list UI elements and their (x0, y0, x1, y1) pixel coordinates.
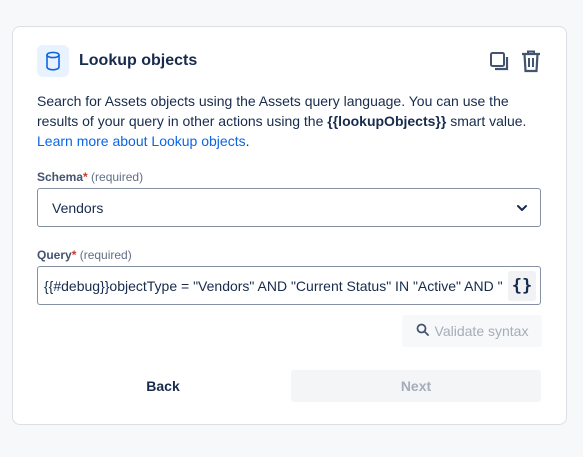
query-input[interactable] (38, 270, 508, 301)
validate-syntax-button[interactable]: Validate syntax (402, 315, 542, 347)
link-suffix: . (245, 133, 250, 149)
required-indicator: * (83, 170, 88, 184)
required-indicator: * (71, 248, 77, 262)
learn-more-link[interactable]: Learn more about Lookup objects (37, 133, 246, 149)
query-label: Query* (required) (37, 248, 132, 262)
smart-value-token: {{lookupObjects}} (327, 113, 447, 129)
database-icon (37, 45, 69, 77)
header-actions (487, 48, 543, 74)
required-text: (required) (79, 248, 132, 262)
back-button[interactable]: Back (91, 370, 235, 402)
schema-label-text: Schema (37, 170, 84, 184)
validate-syntax-label: Validate syntax (434, 323, 529, 339)
required-text: (required) (91, 170, 144, 184)
copy-icon[interactable] (487, 48, 511, 74)
query-label-text: Query (37, 248, 72, 262)
lookup-objects-card: Lookup objects Search for Assets objects… (12, 26, 567, 425)
search-icon (416, 323, 429, 339)
next-button[interactable]: Next (291, 370, 541, 402)
trash-icon[interactable] (519, 48, 543, 74)
chevron-down-icon (516, 204, 528, 212)
description-text-end: smart value. (446, 113, 527, 129)
schema-label: Schema* (required) (37, 170, 143, 184)
query-field: {} (37, 266, 541, 305)
schema-select[interactable]: Vendors (37, 188, 541, 227)
schema-selected-value: Vendors (52, 199, 104, 216)
card-title: Lookup objects (79, 52, 198, 69)
card-description: Search for Assets objects using the Asse… (37, 91, 547, 151)
card-header: Lookup objects (37, 45, 543, 77)
smart-value-button[interactable]: {} (508, 270, 536, 301)
